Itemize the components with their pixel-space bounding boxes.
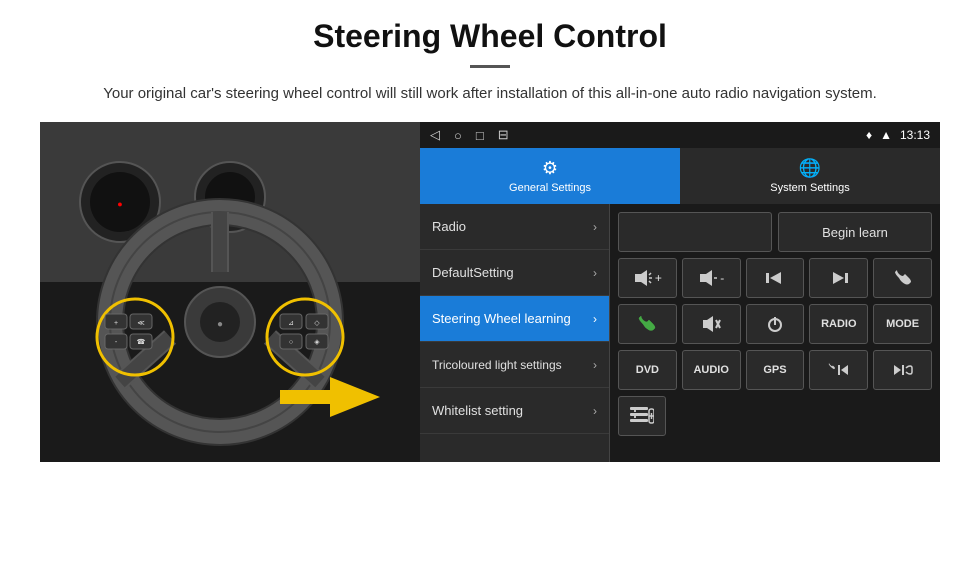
- ui-panel: ◁ ○ □ ⊟ ♦ ▲ 13:13 ⚙ General Settings: [420, 122, 940, 462]
- phone-button[interactable]: [873, 258, 932, 298]
- page-title: Steering Wheel Control: [40, 18, 940, 55]
- radio-input-box[interactable]: [618, 212, 772, 252]
- vol-down-button[interactable]: -: [682, 258, 741, 298]
- power-button[interactable]: [746, 304, 805, 344]
- svg-text:○: ○: [289, 339, 293, 346]
- signal-icon: ▲: [880, 128, 892, 142]
- system-settings-icon: 🌐: [799, 158, 821, 179]
- dvd-text: DVD: [636, 364, 659, 376]
- svg-text:+: +: [114, 320, 118, 327]
- shuffle-next-button[interactable]: [873, 350, 932, 390]
- chevron-icon: ›: [593, 312, 597, 326]
- title-divider: [470, 65, 510, 68]
- right-control-panel: Begin learn + -: [610, 204, 940, 462]
- menu-item-radio[interactable]: Radio ›: [420, 204, 609, 250]
- whitelist-row: [618, 396, 932, 436]
- menu-nav-icon[interactable]: ⊟: [498, 127, 509, 143]
- clock: 13:13: [900, 128, 930, 142]
- status-bar: ◁ ○ □ ⊟ ♦ ▲ 13:13: [420, 122, 940, 148]
- ctrl-row-1: + -: [618, 258, 932, 298]
- svg-text:●: ●: [217, 319, 223, 330]
- vol-down-label: -: [720, 271, 724, 285]
- status-bar-nav: ◁ ○ □ ⊟: [430, 127, 509, 143]
- mode-text: MODE: [886, 318, 919, 330]
- phone-prev-button[interactable]: [809, 350, 868, 390]
- svg-text:◈: ◈: [314, 339, 320, 346]
- status-bar-info: ♦ ▲ 13:13: [866, 128, 930, 142]
- recent-nav-icon[interactable]: □: [476, 128, 484, 143]
- vol-up-button[interactable]: +: [618, 258, 677, 298]
- vol-up-label: +: [655, 271, 662, 285]
- content-area: ● ●: [40, 122, 940, 462]
- svg-text:◇: ◇: [314, 320, 320, 327]
- menu-item-whitelist[interactable]: Whitelist setting ›: [420, 388, 609, 434]
- menu-item-tricoloured[interactable]: Tricoloured light settings ›: [420, 342, 609, 388]
- prev-track-button[interactable]: [746, 258, 805, 298]
- svg-text:●: ●: [117, 199, 122, 209]
- gps-button[interactable]: GPS: [746, 350, 805, 390]
- main-content: Radio › DefaultSetting › Steering Wheel …: [420, 204, 940, 462]
- audio-button[interactable]: AUDIO: [682, 350, 741, 390]
- mode-button[interactable]: MODE: [873, 304, 932, 344]
- location-icon: ♦: [866, 128, 872, 142]
- general-settings-icon: ⚙: [542, 158, 558, 179]
- answer-button[interactable]: [618, 304, 677, 344]
- tab-system-settings[interactable]: 🌐 System Settings: [680, 148, 940, 204]
- gps-text: GPS: [763, 364, 786, 376]
- subtitle: Your original car's steering wheel contr…: [40, 82, 940, 106]
- menu-list: Radio › DefaultSetting › Steering Wheel …: [420, 204, 610, 462]
- dvd-button[interactable]: DVD: [618, 350, 677, 390]
- back-nav-icon[interactable]: ◁: [430, 127, 440, 143]
- svg-text:☎: ☎: [137, 338, 146, 346]
- next-track-button[interactable]: [809, 258, 868, 298]
- steering-wheel-image: ● ●: [40, 122, 420, 462]
- tab-general-settings[interactable]: ⚙ General Settings: [420, 148, 680, 204]
- chevron-icon: ›: [593, 220, 597, 234]
- ctrl-row-3: DVD AUDIO GPS: [618, 350, 932, 390]
- chevron-icon: ›: [593, 358, 597, 372]
- menu-item-default-setting[interactable]: DefaultSetting ›: [420, 250, 609, 296]
- tab-system-label: System Settings: [770, 182, 849, 194]
- mute-button[interactable]: [682, 304, 741, 344]
- menu-item-steering-wheel[interactable]: Steering Wheel learning ›: [420, 296, 609, 342]
- whitelist-icon-button[interactable]: [618, 396, 666, 436]
- page-wrapper: Steering Wheel Control Your original car…: [0, 0, 980, 472]
- radio-text: RADIO: [821, 318, 856, 330]
- begin-learn-button[interactable]: Begin learn: [778, 212, 932, 252]
- svg-text:⊿: ⊿: [288, 320, 294, 327]
- tab-bar: ⚙ General Settings 🌐 System Settings: [420, 148, 940, 204]
- radio-label-button[interactable]: RADIO: [809, 304, 868, 344]
- chevron-icon: ›: [593, 404, 597, 418]
- svg-text:≪: ≪: [137, 320, 144, 327]
- tab-general-label: General Settings: [509, 182, 591, 194]
- home-nav-icon[interactable]: ○: [454, 128, 462, 143]
- chevron-icon: ›: [593, 266, 597, 280]
- audio-text: AUDIO: [693, 364, 728, 376]
- radio-row: Begin learn: [618, 212, 932, 252]
- ctrl-row-2: RADIO MODE: [618, 304, 932, 344]
